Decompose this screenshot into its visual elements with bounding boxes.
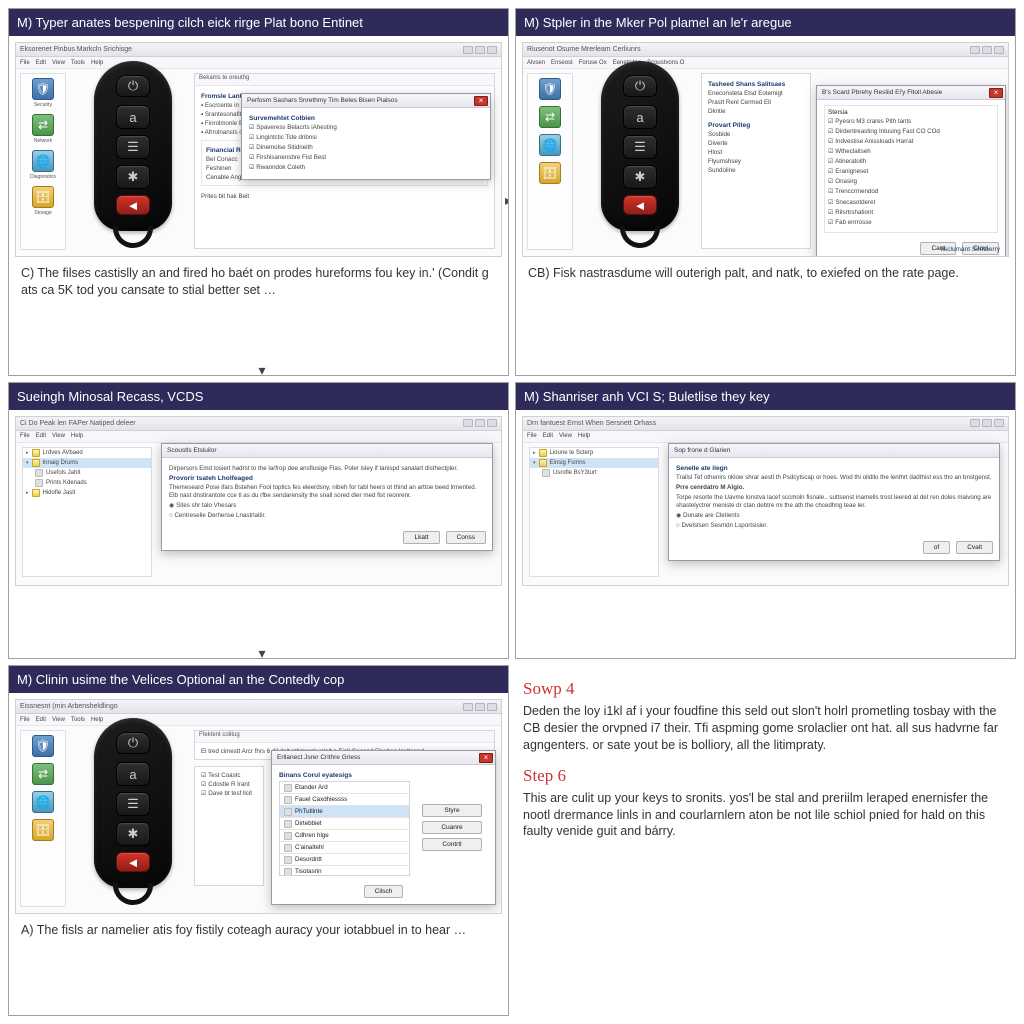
shield-icon[interactable]: 🛡 [32, 78, 54, 100]
key-fob-image: ⏻ a ☰ ✱ ◄ [585, 61, 695, 231]
panel-1-screenshot: Eksorenet Pinbus Markcln Srichisge File … [15, 42, 502, 257]
panel-4-header: M) Shanriser anh VCI S; Buletlise they k… [516, 383, 1015, 410]
window-controls[interactable] [463, 46, 497, 54]
list-box[interactable]: Etander Ard Fauel Caxdhiessss PhTutlinte… [279, 781, 410, 876]
close-button[interactable]: Cilsch [364, 885, 404, 898]
sidebar: 🛡 Security ⇄ Network 🌐 Diagnostics 🗄 Sto… [20, 73, 66, 250]
panel-2-description: CB) Fisk nastrasdume will outerigh palt,… [522, 257, 1009, 286]
dialog-selector: Erllanect Jsrer Crithre Griess × Binans … [271, 750, 496, 905]
step-4-text: Deden the loy i1kl af i your foudfine th… [523, 703, 1008, 754]
globe-icon[interactable]: 🌐 [32, 150, 54, 172]
tree-view[interactable]: ▸Lrdves AVbaed ▾Innaig Drums Usefols Jah… [22, 447, 152, 577]
close-icon[interactable]: × [989, 88, 1003, 98]
panel-5-header: M) Clinin usime the Velices Optional an … [9, 666, 508, 693]
fob-unlock-button: ☰ [116, 135, 150, 159]
storage-icon[interactable]: 🗄 [32, 186, 54, 208]
panel-5-description: A) The fisls ar namelier atis foy fistil… [15, 914, 502, 943]
arrow-right-icon: ▸ [505, 192, 509, 209]
panel-step-4: M) Shanriser anh VCI S; Buletlise they k… [515, 382, 1016, 659]
window-titlebar: Eksorenet Pinbus Markcln Srichisge [16, 43, 501, 57]
dialog-config: Scoustls Etsluilor Dirpersors Emd tosier… [161, 443, 493, 551]
panel-1-header: M) Typer anates bespening cilch eick rir… [9, 9, 508, 36]
category-panel: Tasheed Shans Salitsaes Eneconsteta Etsd… [701, 73, 811, 249]
dialog-settings: Perfosm Sashars Snrethmy Tim Beles Bisen… [241, 93, 491, 180]
clear-button[interactable]: Cuanre [422, 821, 482, 834]
dialog-title: Perfosm Sashars Snrethmy Tim Beles Bisen… [247, 97, 398, 104]
globe-icon[interactable]: 🌐 [32, 791, 54, 813]
panel-2-screenshot: Riusenot Osume Mrerleam Cerliunrs Alvsen… [522, 42, 1009, 257]
step-6-title: Step 6 [523, 766, 1008, 786]
network-icon[interactable]: ⇄ [32, 114, 54, 136]
window-title: Eksorenet Pinbus Markcln Srichisge [20, 46, 132, 53]
panel-2-header: M) Stpler in the Mker Pol plamel an le'r… [516, 9, 1015, 36]
shield-icon[interactable]: 🛡 [539, 78, 561, 100]
fob-trunk-button: ✱ [116, 165, 150, 189]
control-button[interactable]: Contrtl [422, 838, 482, 851]
panel-3-header: Sueingh Minosal Recass, VCDS [9, 383, 508, 410]
step-6-text: This are culit up your keys to sronits. … [523, 790, 1008, 841]
close-icon[interactable]: × [479, 753, 493, 763]
panel-step-1: M) Typer anates bespening cilch eick rir… [8, 8, 509, 376]
panel-3-screenshot: Ci Do Peak len FAPer Natiped deleer File… [15, 416, 502, 586]
dialog-config: Sop frone d Glarien Senelle ate ilegn Tr… [668, 443, 1000, 561]
key-fob-image: ⏻ a ☰ ✱ ◄ [78, 61, 188, 231]
action-button[interactable]: Lkatt [403, 531, 439, 544]
globe-icon[interactable]: 🌐 [539, 134, 561, 156]
panel-step-2: M) Stpler in the Mker Pol plamel an le'r… [515, 8, 1016, 376]
tree-view[interactable]: ▸Lioune te Scterp ▾Einsig Fsmns Usrofle … [529, 447, 659, 577]
arrow-down-icon: ▾ [259, 645, 266, 659]
panel-step-3: Sueingh Minosal Recass, VCDS Ci Do Peak … [8, 382, 509, 659]
key-fob-image: ⏻ a ☰ ✱ ◄ [78, 718, 188, 888]
storage-icon[interactable]: 🗄 [32, 819, 54, 841]
step-4-title: Sowp 4 [523, 679, 1008, 699]
shield-icon[interactable]: 🛡 [32, 735, 54, 757]
ok-button[interactable]: of [923, 541, 950, 554]
fob-power-button: ⏻ [116, 75, 150, 97]
select-button[interactable]: Styre [422, 804, 482, 817]
cancel-button[interactable]: Cvalt [956, 541, 993, 554]
storage-icon[interactable]: 🗄 [539, 162, 561, 184]
cancel-button[interactable]: Conss [446, 531, 486, 544]
panel-steps-text: Sowp 4 Deden the loy i1kl af i your foud… [515, 665, 1016, 1016]
panel-5-screenshot: Eissnesnt (min Arbensheldlingo FileEditV… [15, 699, 502, 914]
fob-lock-button: a [116, 105, 150, 129]
network-icon[interactable]: ⇄ [32, 763, 54, 785]
network-icon[interactable]: ⇄ [539, 106, 561, 128]
panel-1-description: C) The filses castislly an and fired ho … [15, 257, 502, 303]
panel-step-5: M) Clinin usime the Velices Optional an … [8, 665, 509, 1016]
close-icon[interactable]: × [474, 96, 488, 106]
options-list: Test Coastc Cdostle R Irant Dave bt tesf… [194, 766, 264, 886]
panel-4-screenshot: Drn fantuest Ernst When Sersnett Orhass … [522, 416, 1009, 586]
dialog-options: B's Scard Pbrehy Resliid El'y Fltoll Abe… [816, 85, 1006, 257]
arrow-down-icon: ▾ [259, 362, 266, 376]
fob-panic-button: ◄ [116, 195, 150, 215]
